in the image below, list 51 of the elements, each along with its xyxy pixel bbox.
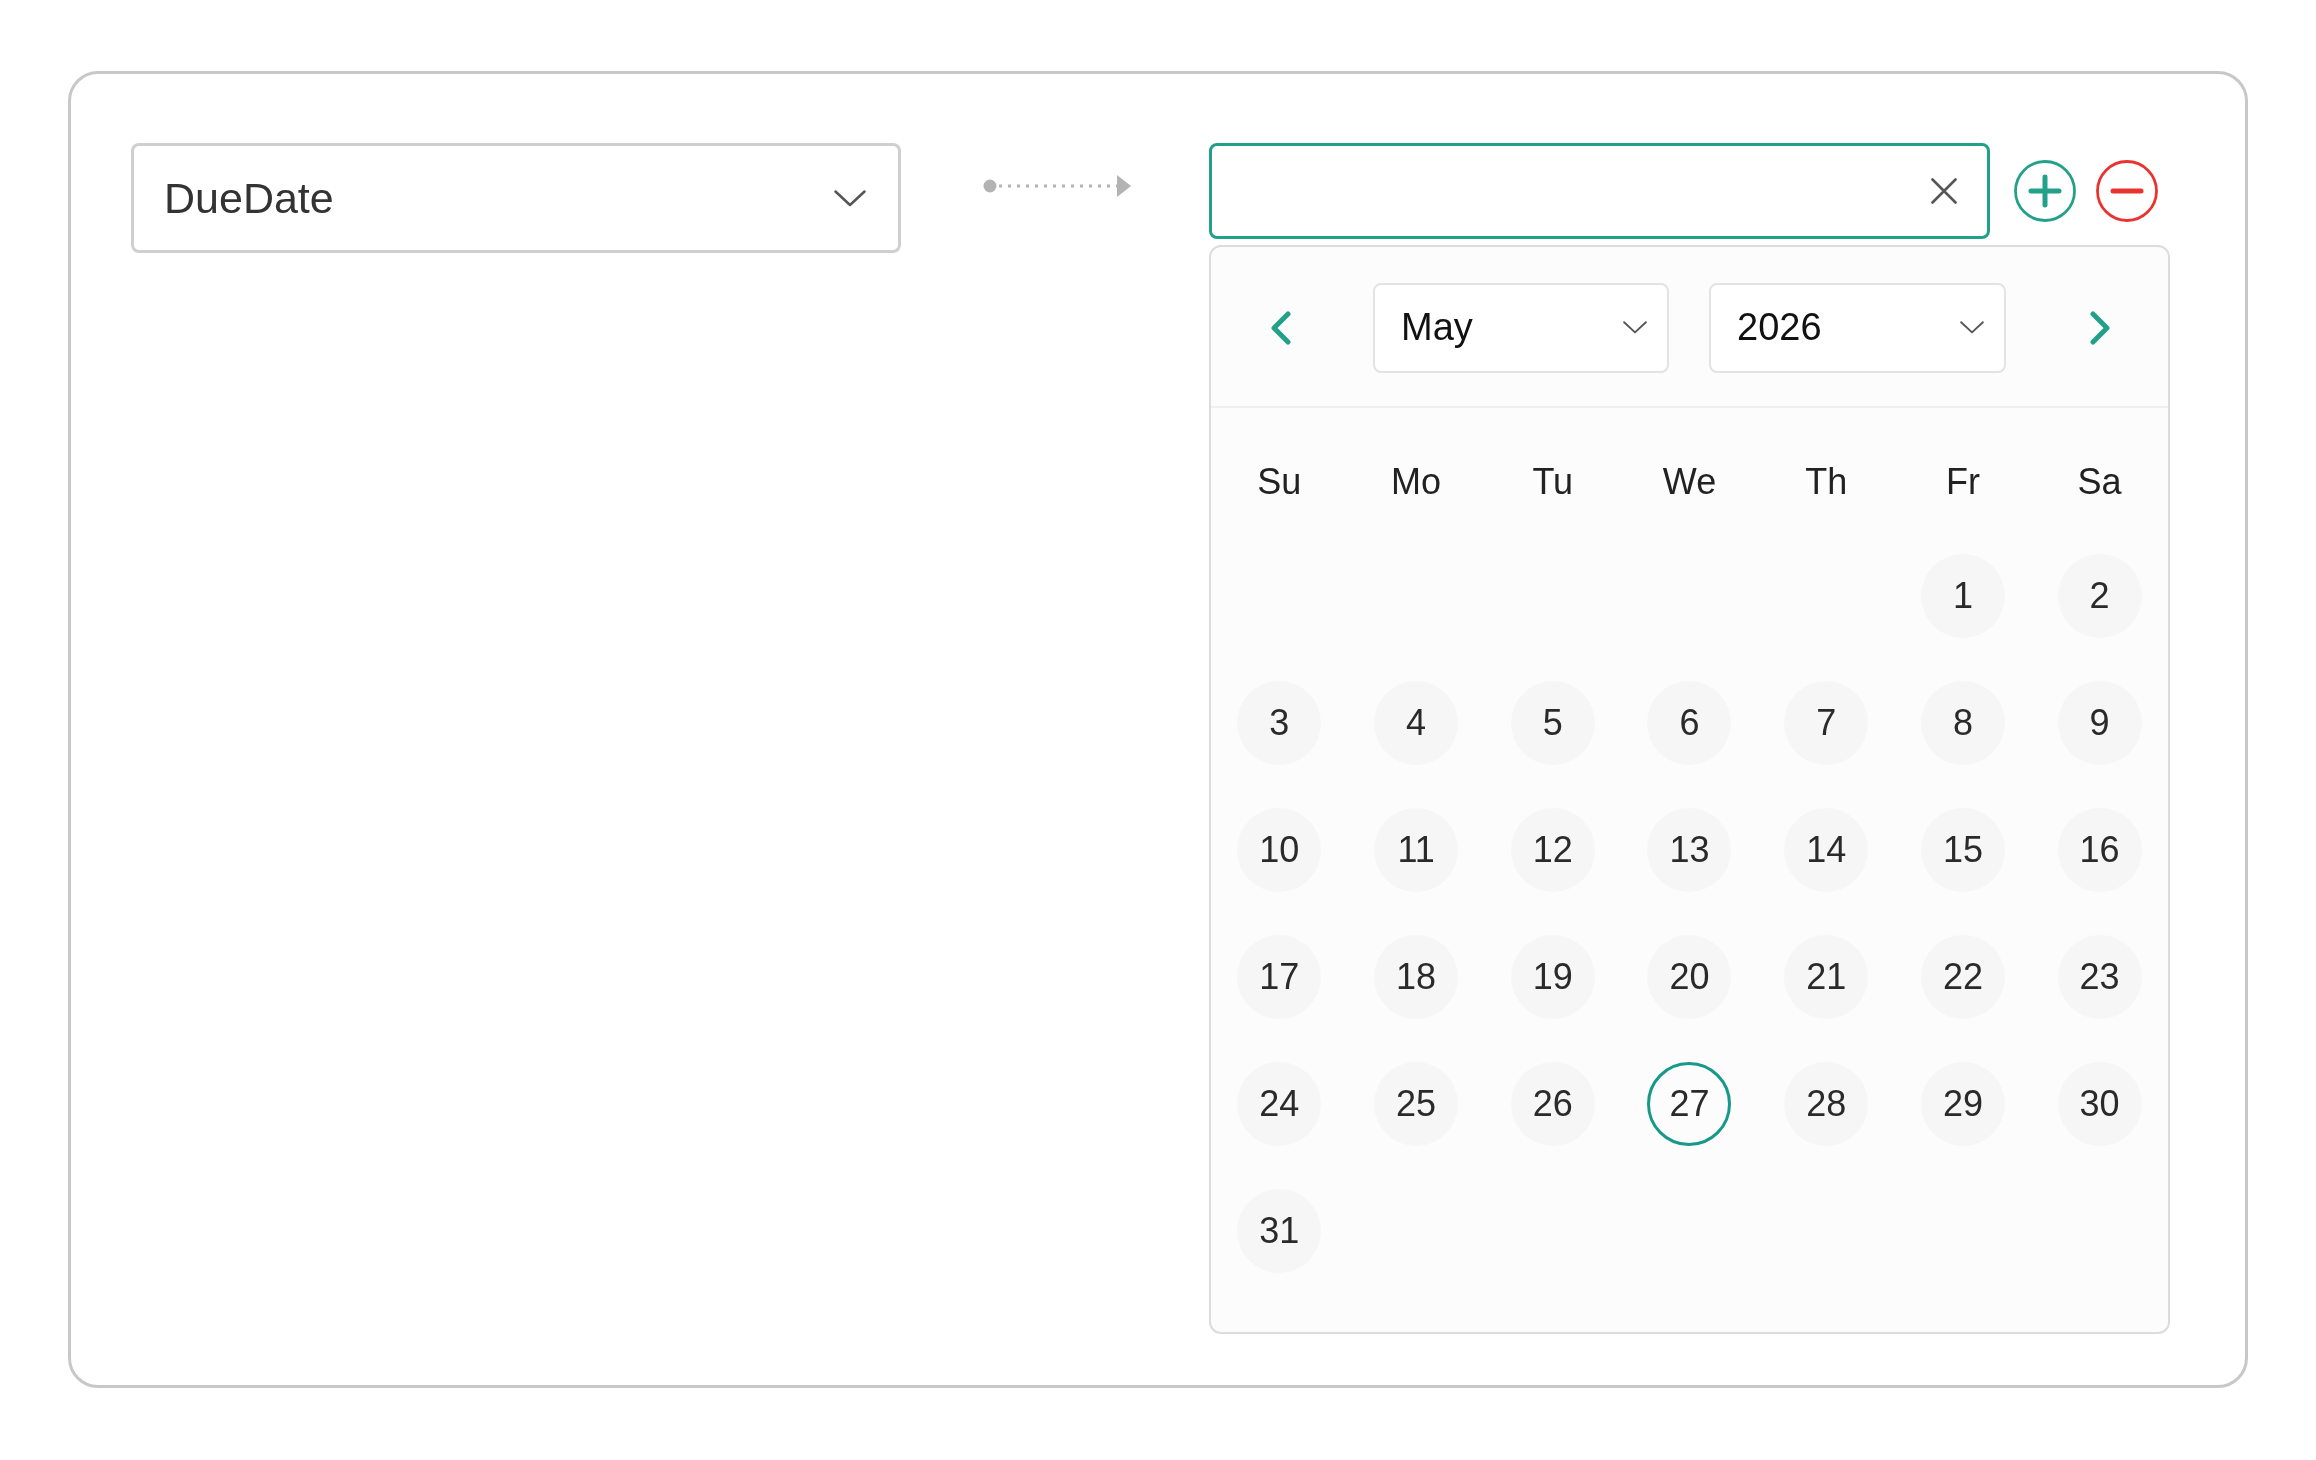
close-icon[interactable] [1931, 178, 1957, 204]
minus-circle-icon[interactable] [2096, 160, 2158, 222]
calendar-day[interactable]: 6 [1647, 680, 1732, 765]
calendar-day[interactable]: 15 [1920, 807, 2005, 892]
weekday-label: We [1662, 460, 1717, 504]
calendar-day[interactable]: 13 [1647, 807, 1732, 892]
chevron-right-icon[interactable] [2090, 310, 2112, 345]
calendar-day[interactable]: 28 [1784, 1061, 1869, 1146]
calendar-day[interactable]: 30 [2057, 1061, 2142, 1146]
date-input[interactable] [1209, 143, 1990, 239]
calendar-day[interactable]: 2 [2057, 553, 2142, 638]
calendar-day[interactable]: 10 [1237, 807, 1322, 892]
calendar-day[interactable]: 27 [1647, 1061, 1732, 1146]
year-select[interactable]: 2026 [1709, 282, 2006, 373]
calendar-day[interactable]: 17 [1237, 934, 1322, 1019]
calendar-day[interactable]: 21 [1784, 934, 1869, 1019]
weekday-label: Th [1805, 460, 1848, 504]
field-select[interactable]: DueDate [131, 143, 901, 253]
weekday-label: Su [1257, 460, 1302, 504]
calendar-day[interactable]: 24 [1237, 1061, 1322, 1146]
chevron-left-icon[interactable] [1269, 310, 1291, 345]
chevron-down-icon [1623, 321, 1647, 334]
calendar-day[interactable]: 20 [1647, 934, 1732, 1019]
calendar-day[interactable]: 16 [2057, 807, 2142, 892]
calendar-day[interactable]: 23 [2057, 934, 2142, 1019]
calendar-day[interactable]: 12 [1510, 807, 1595, 892]
plus-circle-icon[interactable] [2014, 160, 2076, 222]
calendar-day[interactable]: 25 [1374, 1061, 1459, 1146]
calendar-day[interactable]: 8 [1920, 680, 2005, 765]
dotted-arrow-icon [983, 175, 1131, 197]
chevron-down-icon [1960, 321, 1984, 334]
calendar-day[interactable]: 29 [1920, 1061, 2005, 1146]
calendar-day[interactable]: 1 [1920, 553, 2005, 638]
weekday-label: Fr [1945, 460, 1980, 504]
calendar-day[interactable]: 18 [1374, 934, 1459, 1019]
calendar-day[interactable]: 3 [1237, 680, 1322, 765]
weekday-label: Tu [1532, 460, 1574, 504]
calendar-day[interactable]: 31 [1237, 1188, 1322, 1273]
calendar-day[interactable]: 26 [1510, 1061, 1595, 1146]
calendar-day[interactable]: 22 [1920, 934, 2005, 1019]
calendar-day[interactable]: 7 [1784, 680, 1869, 765]
weekday-label: Sa [2077, 460, 2122, 504]
weekday-label: Mo [1391, 460, 1442, 504]
calendar-day[interactable]: 5 [1510, 680, 1595, 765]
month-select[interactable]: May [1373, 282, 1669, 373]
calendar-day[interactable]: 11 [1374, 807, 1459, 892]
calendar-day[interactable]: 14 [1784, 807, 1869, 892]
calendar-day[interactable]: 19 [1510, 934, 1595, 1019]
calendar-day[interactable]: 4 [1374, 680, 1459, 765]
calendar-day[interactable]: 9 [2057, 680, 2142, 765]
chevron-down-icon [834, 189, 866, 207]
